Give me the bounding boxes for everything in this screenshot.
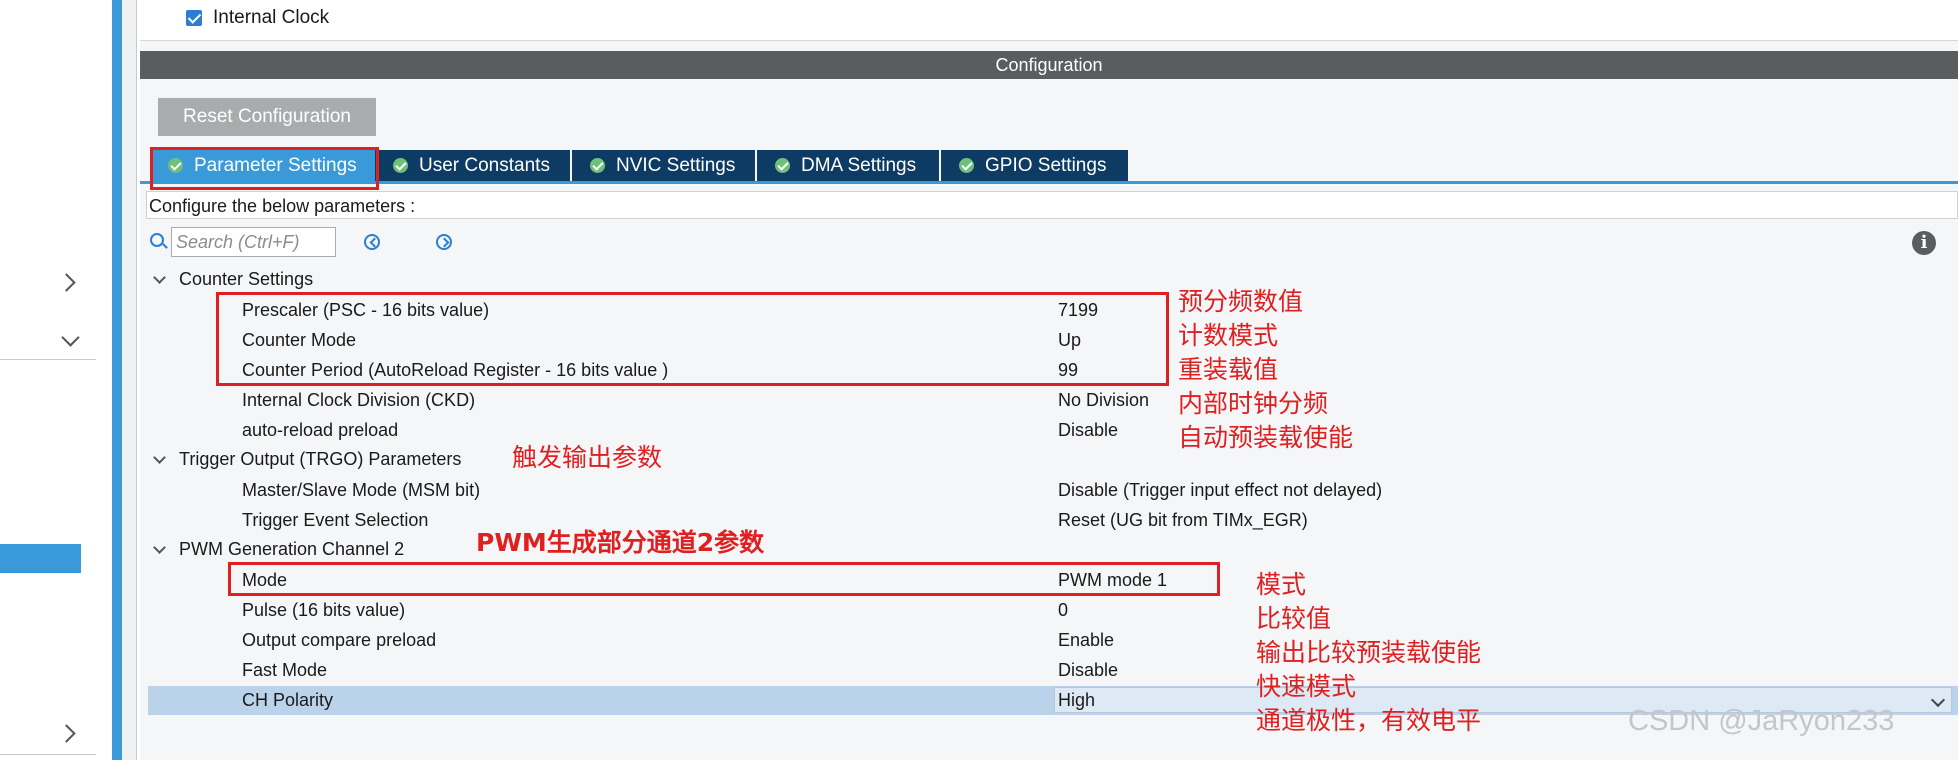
annotation-note: 模式: [1256, 570, 1307, 599]
param-value[interactable]: Disable: [1058, 420, 1118, 441]
annotation-note: 快速模式: [1256, 672, 1357, 701]
check-circle-icon: [775, 158, 790, 173]
chevron-right-icon[interactable]: [57, 273, 76, 292]
info-icon[interactable]: i: [1912, 231, 1936, 255]
annotation-note: 自动预装载使能: [1178, 423, 1354, 452]
group-trgo-parameters[interactable]: Trigger Output (TRGO) Parameters: [179, 449, 461, 470]
annotation-note: 通道极性，有效电平: [1256, 706, 1482, 735]
search-input[interactable]: Search (Ctrl+F): [171, 227, 336, 257]
annotation-note: 输出比较预装载使能: [1256, 638, 1482, 667]
param-value[interactable]: 0: [1058, 600, 1068, 621]
param-name: Output compare preload: [242, 630, 437, 650]
tab-label: GPIO Settings: [985, 155, 1107, 176]
panel-splitter[interactable]: [112, 0, 122, 760]
annotation-note: 重装载值: [1178, 355, 1279, 384]
param-internal-clock-division[interactable]: Internal Clock Division (CKD) No Divisio…: [148, 386, 1958, 415]
left-panel: [0, 0, 112, 760]
param-name: CH Polarity: [242, 690, 334, 710]
param-name: auto-reload preload: [242, 420, 399, 440]
param-master-slave-mode[interactable]: Master/Slave Mode (MSM bit) Disable (Tri…: [148, 476, 1958, 505]
group-counter-settings[interactable]: Counter Settings: [179, 269, 313, 290]
param-auto-reload-preload[interactable]: auto-reload preload Disable: [148, 416, 1958, 445]
tab-user-constants[interactable]: User Constants: [375, 150, 570, 181]
param-trigger-event-selection[interactable]: Trigger Event Selection Reset (UG bit fr…: [148, 506, 1958, 535]
configuration-header: Configuration: [140, 51, 1958, 79]
tab-nvic-settings[interactable]: NVIC Settings: [572, 150, 755, 181]
next-match-icon[interactable]: [436, 234, 452, 250]
param-value[interactable]: Disable: [1058, 660, 1118, 681]
configure-instructions: Configure the below parameters :: [146, 191, 1958, 219]
annotation-note: 计数模式: [1178, 321, 1279, 350]
chevron-right-icon[interactable]: [57, 724, 76, 743]
group-pwm-channel-2[interactable]: PWM Generation Channel 2: [179, 539, 404, 560]
tab-label: NVIC Settings: [616, 155, 736, 176]
tab-gpio-settings[interactable]: GPIO Settings: [941, 150, 1128, 181]
param-fast-mode[interactable]: Fast Mode Disable: [148, 656, 1958, 685]
annotation-note: 比较值: [1256, 604, 1332, 633]
param-name: Fast Mode: [242, 660, 328, 680]
param-output-compare-preload[interactable]: Output compare preload Enable: [148, 626, 1958, 655]
check-circle-icon: [959, 158, 974, 173]
tab-label: DMA Settings: [801, 155, 917, 176]
previous-match-icon[interactable]: [364, 234, 380, 250]
annotation-box-tab: [150, 147, 379, 190]
check-circle-icon: [590, 158, 605, 173]
check-circle-icon: [393, 158, 408, 173]
chevron-down-icon[interactable]: [61, 328, 80, 347]
annotation-note-pwm: PWM生成部分通道2参数: [476, 528, 765, 557]
panel-gutter: [122, 0, 137, 760]
watermark: CSDN @JaRyon233: [1628, 705, 1895, 737]
internal-clock-label: Internal Clock: [213, 7, 330, 28]
divider: [0, 754, 96, 755]
annotation-note-trgo: 触发输出参数: [512, 443, 663, 472]
configure-instructions-text: Configure the below parameters :: [149, 196, 416, 216]
internal-clock-checkbox[interactable]: [186, 10, 202, 26]
clock-source-area: Internal Clock: [140, 0, 1958, 41]
param-value[interactable]: Disable (Trigger input effect not delaye…: [1058, 480, 1382, 501]
param-value[interactable]: Enable: [1058, 630, 1114, 651]
tab-dma-settings[interactable]: DMA Settings: [757, 150, 939, 181]
reset-configuration-button[interactable]: Reset Configuration: [158, 98, 376, 136]
divider: [0, 359, 96, 360]
param-name: Trigger Event Selection: [242, 510, 429, 530]
param-pulse[interactable]: Pulse (16 bits value) 0: [148, 596, 1958, 625]
param-value[interactable]: No Division: [1058, 390, 1149, 411]
sidebar-selected-item[interactable]: [0, 544, 81, 573]
param-name: Internal Clock Division (CKD): [242, 390, 476, 410]
param-name: Pulse (16 bits value): [242, 600, 406, 620]
chevron-down-icon[interactable]: [1930, 692, 1946, 708]
param-value[interactable]: High: [1058, 690, 1095, 711]
tab-underline: [140, 181, 1958, 184]
param-value[interactable]: Reset (UG bit from TIMx_EGR): [1058, 510, 1308, 531]
annotation-note: 内部时钟分频: [1178, 389, 1329, 418]
tab-label: User Constants: [419, 155, 550, 176]
annotation-box-mode: [228, 562, 1220, 596]
annotation-note: 预分频数值: [1178, 287, 1304, 316]
param-name: Master/Slave Mode (MSM bit): [242, 480, 481, 500]
annotation-box-counter: [216, 292, 1169, 386]
search-icon: [150, 233, 164, 247]
